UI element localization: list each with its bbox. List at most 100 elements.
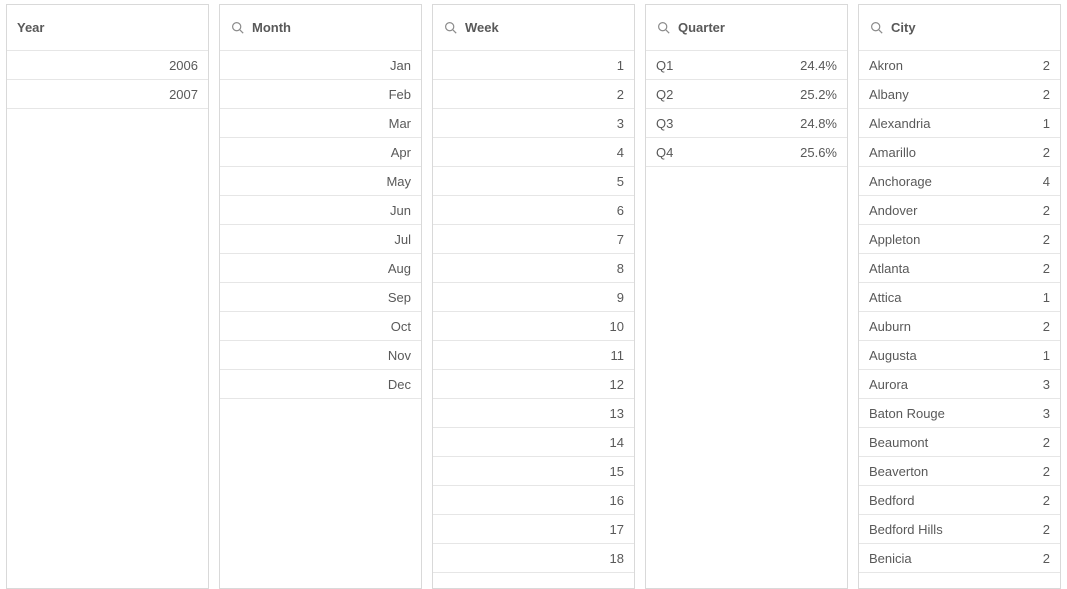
item-label: Q1 xyxy=(656,58,800,73)
list-item[interactable]: 17 xyxy=(433,515,634,544)
filter-panel-month: Month JanFebMarAprMayJun Jul Aug Sep Oct Nov De… xyxy=(219,4,422,589)
item-value: 3 xyxy=(1043,406,1050,421)
list-item[interactable]: Andover2 xyxy=(859,196,1060,225)
list-item[interactable]: 4 xyxy=(433,138,634,167)
item-label: 2006 xyxy=(17,58,198,73)
list-item[interactable]: 11 xyxy=(433,341,634,370)
item-label: 2 xyxy=(443,87,624,102)
list-item[interactable]: Q425.6% xyxy=(646,138,847,167)
list-item[interactable]: Jul xyxy=(220,225,421,254)
list-item[interactable]: Albany2 xyxy=(859,80,1060,109)
list-item[interactable]: 5 xyxy=(433,167,634,196)
panel-body-month: JanFebMarAprMayJun Jul Aug Sep Oct Nov Dec xyxy=(220,51,421,588)
item-label: 13 xyxy=(443,406,624,421)
item-value: 2 xyxy=(1043,87,1050,102)
list-item[interactable]: 8 xyxy=(433,254,634,283)
list-item[interactable]: Bedford Hills2 xyxy=(859,515,1060,544)
item-label: 8 xyxy=(443,261,624,276)
item-label: Aug xyxy=(230,261,411,276)
list-item[interactable]: 2007 xyxy=(7,80,208,109)
list-item[interactable]: 10 xyxy=(433,312,634,341)
list-item[interactable]: Benicia2 xyxy=(859,544,1060,573)
search-icon[interactable] xyxy=(656,21,670,35)
search-icon[interactable] xyxy=(443,21,457,35)
item-label: Aurora xyxy=(869,377,1043,392)
list-item[interactable]: 1 xyxy=(433,51,634,80)
panel-title: Month xyxy=(252,20,291,35)
list-item[interactable]: Oct xyxy=(220,312,421,341)
item-label: Oct xyxy=(230,319,411,334)
item-value: 25.2% xyxy=(800,87,837,102)
list-item[interactable]: Nov xyxy=(220,341,421,370)
item-value: 2 xyxy=(1043,145,1050,160)
panel-header-quarter[interactable]: Quarter xyxy=(646,5,847,51)
list-item[interactable]: Baton Rouge3 xyxy=(859,399,1060,428)
list-item[interactable]: 9 xyxy=(433,283,634,312)
panel-header-week[interactable]: Week xyxy=(433,5,634,51)
panel-header-month[interactable]: Month xyxy=(220,5,421,51)
item-label: Baton Rouge xyxy=(869,406,1043,421)
list-item[interactable]: Attica1 xyxy=(859,283,1060,312)
list-item[interactable]: Aug xyxy=(220,254,421,283)
list-item[interactable]: Jun xyxy=(220,196,421,225)
filter-panel-quarter: QuarterQ124.4%Q225.2%Q324.8%Q425.6% xyxy=(645,4,848,589)
list-item[interactable]: Beaverton2 xyxy=(859,457,1060,486)
item-label: 17 xyxy=(443,522,624,537)
item-label: 15 xyxy=(443,464,624,479)
list-item[interactable]: Q225.2% xyxy=(646,80,847,109)
list-item[interactable]: Auburn2 xyxy=(859,312,1060,341)
panel-header-city[interactable]: City xyxy=(859,5,1060,51)
item-label: 1 xyxy=(443,58,624,73)
list-item[interactable]: Q124.4% xyxy=(646,51,847,80)
search-icon[interactable] xyxy=(230,21,244,35)
list-item[interactable]: Feb xyxy=(220,80,421,109)
list-item[interactable]: Jan xyxy=(220,51,421,80)
list-item[interactable]: Atlanta2 xyxy=(859,254,1060,283)
item-label: Appleton xyxy=(869,232,1043,247)
item-label: 18 xyxy=(443,551,624,566)
list-item[interactable]: 2006 xyxy=(7,51,208,80)
list-item[interactable]: Bedford2 xyxy=(859,486,1060,515)
item-label: Jul xyxy=(230,232,411,247)
list-item[interactable]: 6 xyxy=(433,196,634,225)
list-item[interactable]: Apr xyxy=(220,138,421,167)
list-item[interactable]: 13 xyxy=(433,399,634,428)
item-value: 2 xyxy=(1043,435,1050,450)
list-item[interactable]: Anchorage4 xyxy=(859,167,1060,196)
list-item[interactable]: Mar xyxy=(220,109,421,138)
list-item[interactable]: 15 xyxy=(433,457,634,486)
list-item[interactable]: 3 xyxy=(433,109,634,138)
list-item[interactable]: 14 xyxy=(433,428,634,457)
item-value: 24.8% xyxy=(800,116,837,131)
list-item[interactable]: May xyxy=(220,167,421,196)
list-item[interactable]: 16 xyxy=(433,486,634,515)
panel-title: Quarter xyxy=(678,20,725,35)
item-label: Q3 xyxy=(656,116,800,131)
list-item[interactable]: Aurora3 xyxy=(859,370,1060,399)
item-label: 9 xyxy=(443,290,624,305)
search-icon[interactable] xyxy=(869,21,883,35)
item-label: Dec xyxy=(230,377,411,392)
item-value: 4 xyxy=(1043,174,1050,189)
list-item[interactable]: Sep xyxy=(220,283,421,312)
list-item[interactable]: Amarillo2 xyxy=(859,138,1060,167)
list-item[interactable]: Q324.8% xyxy=(646,109,847,138)
list-item[interactable]: Dec xyxy=(220,370,421,399)
item-value: 2 xyxy=(1043,58,1050,73)
filter-panel-city: CityAkron2Albany2Alexandria1Amarillo2Anc… xyxy=(858,4,1061,589)
panel-header-year[interactable]: Year xyxy=(7,5,208,51)
list-item[interactable]: 2 xyxy=(433,80,634,109)
list-item[interactable]: Alexandria1 xyxy=(859,109,1060,138)
list-item[interactable]: Appleton2 xyxy=(859,225,1060,254)
list-item[interactable]: 12 xyxy=(433,370,634,399)
item-value: 2 xyxy=(1043,261,1050,276)
item-label: Amarillo xyxy=(869,145,1043,160)
list-item[interactable]: Akron2 xyxy=(859,51,1060,80)
list-item[interactable]: 7 xyxy=(433,225,634,254)
panel-body-quarter: Q124.4%Q225.2%Q324.8%Q425.6% xyxy=(646,51,847,588)
list-item[interactable]: Beaumont2 xyxy=(859,428,1060,457)
filter-panel-year: Year 2006 2007 xyxy=(6,4,209,589)
list-item[interactable]: Augusta1 xyxy=(859,341,1060,370)
panel-title: City xyxy=(891,20,916,35)
list-item[interactable]: 18 xyxy=(433,544,634,573)
